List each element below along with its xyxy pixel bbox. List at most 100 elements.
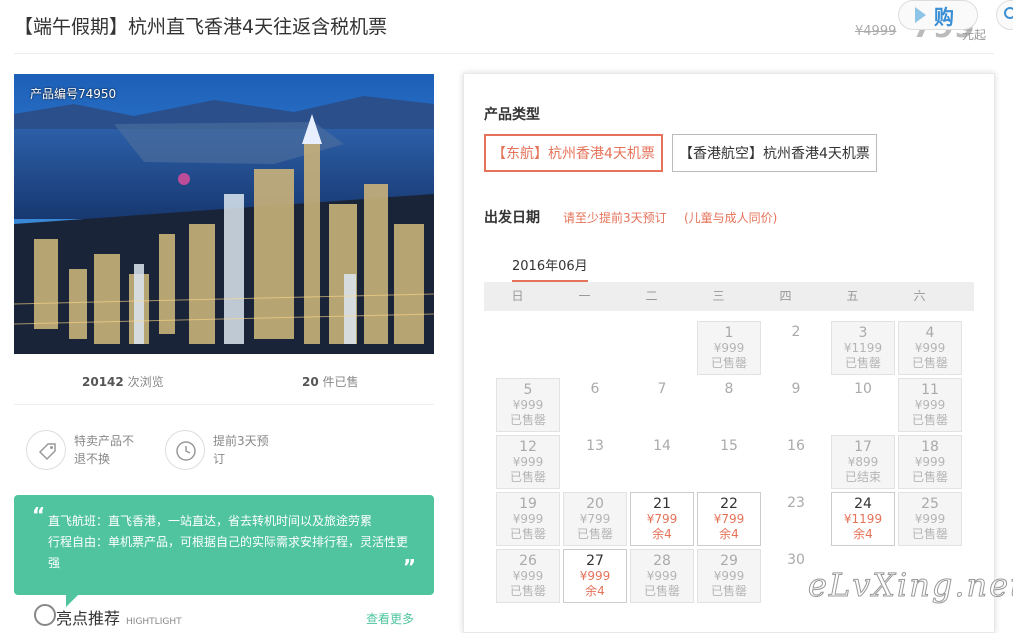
calendar-day-status: 已售罄 bbox=[576, 527, 613, 541]
calendar-day-price: ¥1199 bbox=[843, 512, 883, 526]
calendar-day-number: 13 bbox=[586, 438, 604, 454]
buy-button-label: 购 bbox=[934, 4, 954, 29]
calendar-day-number: 18 bbox=[921, 439, 939, 455]
calendar-day[interactable]: 24 ¥1199 余4 bbox=[831, 492, 895, 546]
buy-button[interactable]: 购 bbox=[898, 0, 978, 30]
calendar-day: 13 bbox=[563, 435, 627, 489]
calendar-day: 1 ¥999 已售罄 bbox=[697, 321, 761, 375]
calendar-day-number: 29 bbox=[720, 553, 738, 569]
calendar-day-number: 19 bbox=[519, 496, 537, 512]
highlight-heading: 亮点推荐 HIGHTLIGHT bbox=[30, 605, 182, 629]
product-type-title: 产品类型 bbox=[484, 107, 540, 123]
calendar-day: 6 bbox=[563, 378, 627, 432]
calendar-day: 4 ¥999 已售罄 bbox=[898, 321, 962, 375]
tag-icon bbox=[26, 430, 66, 470]
calendar-day-price: ¥999 bbox=[914, 512, 946, 526]
calendar-day: 10 bbox=[831, 378, 895, 432]
clock-icon bbox=[165, 430, 205, 470]
calendar-day-status: 已售罄 bbox=[509, 584, 546, 598]
calendar-day-number: 4 bbox=[925, 325, 935, 341]
sold-stat: 20 件已售 bbox=[302, 373, 359, 390]
feature-no-refund-label: 特卖产品不退不换 bbox=[74, 434, 135, 466]
calendar-day-status: 已售罄 bbox=[509, 413, 546, 427]
calendar-day-number: 10 bbox=[854, 381, 872, 397]
calendar-day-status: 已售罄 bbox=[911, 470, 948, 484]
calendar-day-number: 12 bbox=[519, 439, 537, 455]
calendar-day: 14 bbox=[630, 435, 694, 489]
calendar-day-number: 11 bbox=[921, 382, 939, 398]
calendar-day-status: 已售罄 bbox=[911, 356, 948, 370]
calendar-day-number: 7 bbox=[657, 381, 667, 397]
calendar-day-price: ¥999 bbox=[512, 398, 544, 412]
calendar-day: 8 bbox=[697, 378, 761, 432]
calendar-day-number: 8 bbox=[724, 381, 734, 397]
intro-line-1: 直飞航班：直飞香港，一站直达，省去转机时间以及旅途劳累 bbox=[48, 514, 373, 528]
sold-count: 20 bbox=[302, 375, 319, 389]
calendar-day-status: 余4 bbox=[652, 527, 672, 541]
calendar-day-number: 26 bbox=[519, 553, 537, 569]
feature-no-refund: 特卖产品不退不换 bbox=[26, 430, 140, 470]
calendar-day-number: 6 bbox=[590, 381, 600, 397]
calendar-day-number: 25 bbox=[921, 496, 939, 512]
watermark: eLvXing.net bbox=[808, 566, 1013, 605]
product-type-option-hk-airlines[interactable]: 【香港航空】杭州香港4天机票 bbox=[672, 134, 877, 172]
calendar-day-number: 28 bbox=[653, 553, 671, 569]
views-count: 20142 bbox=[82, 375, 124, 389]
calendar-day[interactable]: 27 ¥999 余4 bbox=[563, 549, 627, 603]
calendar-day: 5 ¥999 已售罄 bbox=[496, 378, 560, 432]
calendar-day: 12 ¥999 已售罄 bbox=[496, 435, 560, 489]
stats-divider bbox=[14, 404, 434, 405]
calendar-day: 20 ¥799 已售罄 bbox=[563, 492, 627, 546]
original-price: ¥4999 bbox=[855, 24, 897, 39]
advance-booking-hint: 请至少提前3天预订 bbox=[563, 211, 667, 225]
calendar-day-number: 14 bbox=[653, 438, 671, 454]
sold-label: 件已售 bbox=[322, 375, 359, 389]
product-type-option-eastern[interactable]: 【东航】杭州香港4天机票 bbox=[484, 134, 663, 172]
calendar-day-status: 已售罄 bbox=[710, 584, 747, 598]
departure-date-title: 出发日期 bbox=[484, 210, 540, 226]
calendar-day-status: 余4 bbox=[719, 527, 739, 541]
product-photo bbox=[14, 74, 434, 354]
weekday-tue: 二 bbox=[645, 289, 658, 303]
product-id: 产品编号74950 bbox=[30, 87, 117, 101]
calendar-day-number: 1 bbox=[724, 325, 734, 341]
calendar-day-number: 15 bbox=[720, 438, 738, 454]
calendar-day-price: ¥999 bbox=[579, 569, 611, 583]
calendar-day: 9 bbox=[764, 378, 828, 432]
child-price-hint: (儿童与成人同价) bbox=[684, 211, 778, 225]
quote-close-icon: ” bbox=[402, 555, 416, 579]
month-tab[interactable]: 2016年06月 bbox=[512, 255, 588, 283]
weekday-thu: 四 bbox=[779, 289, 792, 303]
weekday-sat: 六 bbox=[913, 289, 926, 303]
calendar-day-number: 22 bbox=[720, 496, 738, 512]
calendar-day-status: 已售罄 bbox=[911, 413, 948, 427]
calendar-day-status: 已结束 bbox=[844, 470, 881, 484]
intro-line-2: 行程自由：单机票产品，可根据自己的实际需求安排行程，灵活性更强 bbox=[48, 535, 409, 570]
calendar-day-price: ¥799 bbox=[579, 512, 611, 526]
play-icon bbox=[915, 7, 926, 23]
calendar-day: 25 ¥999 已售罄 bbox=[898, 492, 962, 546]
calendar-day-status: 已售罄 bbox=[844, 356, 881, 370]
views-stat: 20142 次浏览 bbox=[82, 373, 164, 390]
calendar-day: 16 bbox=[764, 435, 828, 489]
calendar-day-number: 17 bbox=[854, 439, 872, 455]
calendar-day-price: ¥999 bbox=[512, 569, 544, 583]
weekday-header: 日 一 二 三 四 五 六 bbox=[484, 282, 974, 311]
calendar-day-price: ¥999 bbox=[512, 512, 544, 526]
calendar-day[interactable]: 21 ¥799 余4 bbox=[630, 492, 694, 546]
search-button[interactable] bbox=[996, 0, 1013, 30]
weekday-wed: 三 bbox=[712, 289, 725, 303]
calendar-day[interactable]: 22 ¥799 余4 bbox=[697, 492, 761, 546]
calendar-day-status: 余4 bbox=[585, 584, 605, 598]
calendar-day-price: ¥899 bbox=[847, 455, 879, 469]
header-divider bbox=[14, 53, 994, 54]
calendar-day-status: 已售罄 bbox=[710, 356, 747, 370]
weekday-fri: 五 bbox=[846, 289, 859, 303]
calendar-day: 7 bbox=[630, 378, 694, 432]
calendar-day: 29 ¥999 已售罄 bbox=[697, 549, 761, 603]
calendar-day: 17 ¥899 已结束 bbox=[831, 435, 895, 489]
highlight-title: 亮点推荐 bbox=[56, 609, 121, 628]
calendar-day-number: 5 bbox=[523, 382, 533, 398]
calendar-day-number: 2 bbox=[791, 324, 801, 340]
calendar-day-price: ¥999 bbox=[713, 569, 745, 583]
